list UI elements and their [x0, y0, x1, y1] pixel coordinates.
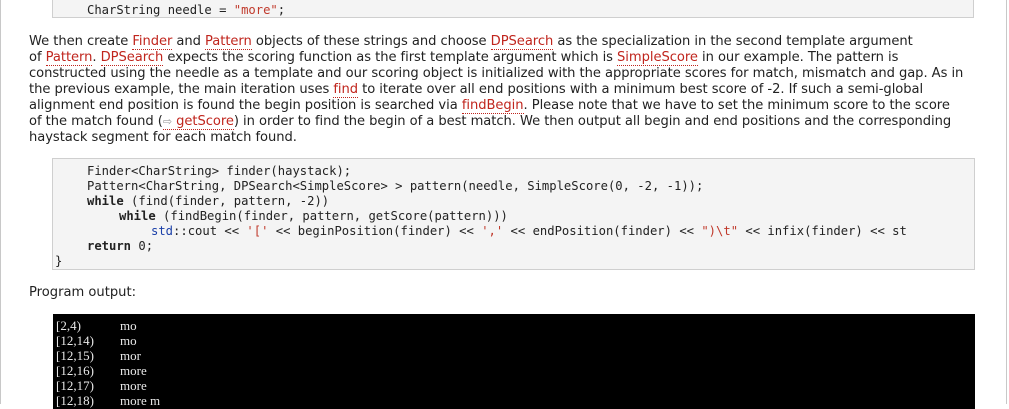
match-range: [12,18) [56, 393, 94, 408]
paragraph-line-5: alignment end position is found the begi… [29, 98, 995, 114]
findbegin-link[interactable]: findBegin [461, 98, 524, 114]
code-text: (find(finder, pattern, -2)) [123, 194, 330, 208]
arrow-right-icon: ⇨ [162, 115, 172, 128]
code-string: ")\t" [701, 224, 739, 238]
text: . [92, 50, 101, 65]
text: ) in order to find the begin of a best m… [233, 114, 952, 129]
match-text: mor [120, 348, 141, 363]
code-line-3: while (find(finder, pattern, -2)) [87, 194, 329, 209]
text: alignment end position is found the begi… [29, 98, 462, 113]
paragraph-line-7: haystack segment for each match found. [29, 130, 297, 145]
paragraph-line-2: of Pattern. DPSearch expects the scoring… [29, 50, 995, 66]
find-link[interactable]: find [333, 82, 358, 98]
match-range: [12,17) [56, 378, 94, 393]
getscore-link-label: getScore [176, 114, 234, 129]
code-text: << infix(finder) << st [738, 224, 907, 238]
text: expects the scoring function as the firs… [163, 50, 618, 65]
pattern-link[interactable]: Pattern [205, 34, 252, 50]
program-output-label: Program output: [29, 285, 137, 300]
code-text: << endPosition(finder) << [503, 224, 702, 238]
text: to iterate over all end positions with a… [358, 82, 924, 97]
terminal-line: [12,18) more m [56, 393, 160, 409]
finder-link[interactable]: Finder [132, 34, 172, 50]
needle-code-line: CharString needle = "more"; [87, 3, 285, 18]
code-text: ::cout << [173, 224, 247, 238]
match-range: [12,15) [56, 348, 94, 363]
simplescore-link[interactable]: SimpleScore [617, 50, 698, 66]
namespace: std [151, 224, 174, 238]
code-line-4: while (findBegin(finder, pattern, getSco… [119, 209, 508, 224]
match-range: [12,14) [56, 333, 94, 348]
terminal-line: [12,16) more [56, 363, 147, 379]
code-string: "more" [233, 3, 278, 17]
text: of the match found ( [29, 114, 163, 129]
code-text: (findBegin(finder, pattern, getScore(pat… [155, 209, 508, 223]
text: . Please note that we have to set the mi… [523, 98, 950, 113]
dpsearch-link[interactable]: DPSearch [100, 50, 163, 66]
match-text: more [120, 363, 147, 378]
code-string: '[' [246, 224, 269, 238]
code-string: ',' [481, 224, 504, 238]
dpsearch-link[interactable]: DPSearch [490, 34, 553, 50]
paragraph-line-4: the previous example, the main iteration… [29, 82, 995, 98]
code-text: 0; [131, 239, 154, 253]
match-range: [2,4) [56, 318, 81, 333]
pattern-link[interactable]: Pattern [45, 50, 92, 66]
paragraph-line-3: constructed using the needle as a templa… [29, 66, 964, 81]
keyword: while [87, 194, 124, 208]
text: of [29, 50, 46, 65]
text: the previous example, the main iteration… [29, 82, 334, 97]
code-text: CharString needle = [87, 3, 234, 17]
getscore-link[interactable]: ⇨ getScore [162, 114, 234, 130]
explanation-paragraph: We then create Finder and Pattern object… [29, 34, 995, 146]
text: as the specialization in the second temp… [553, 34, 913, 49]
terminal-line: [12,14) mo [56, 333, 137, 349]
code-text: ; [277, 3, 286, 17]
code-line-5: std::cout << '[' << beginPosition(finder… [151, 224, 907, 239]
code-text: << beginPosition(finder) << [268, 224, 482, 238]
match-text: mo [120, 318, 137, 333]
match-range: [12,16) [56, 363, 94, 378]
code-line-1: Finder<CharString> finder(haystack); [87, 164, 352, 178]
text: We then create [29, 34, 133, 49]
keyword: while [119, 209, 156, 223]
terminal-line: [12,17) more [56, 378, 147, 394]
paragraph-line-1: We then create Finder and Pattern object… [29, 34, 995, 50]
match-text: more [120, 378, 147, 393]
terminal-line: [12,15) mor [56, 348, 141, 364]
match-text: more m [120, 393, 161, 408]
code-line-6: return 0; [87, 239, 153, 254]
needle-code-block: CharString needle = "more"; [52, 0, 974, 18]
search-code-block: Finder<CharString> finder(haystack); Pat… [52, 158, 975, 270]
keyword: return [87, 239, 132, 253]
match-text: mo [120, 333, 137, 348]
code-line-2: Pattern<CharString, DPSearch<SimpleScore… [87, 179, 704, 193]
paragraph-line-6: of the match found (⇨ getScore) in order… [29, 114, 995, 130]
program-output-terminal: [2,4) mo [12,14) mo [12,15) mor [12,16) more… [53, 314, 975, 409]
terminal-line: [2,4) mo [56, 318, 137, 334]
text: and [172, 34, 206, 49]
code-line-7: } [55, 254, 63, 268]
text: in our example. The pattern is [697, 50, 899, 65]
text: objects of these strings and choose [251, 34, 491, 49]
